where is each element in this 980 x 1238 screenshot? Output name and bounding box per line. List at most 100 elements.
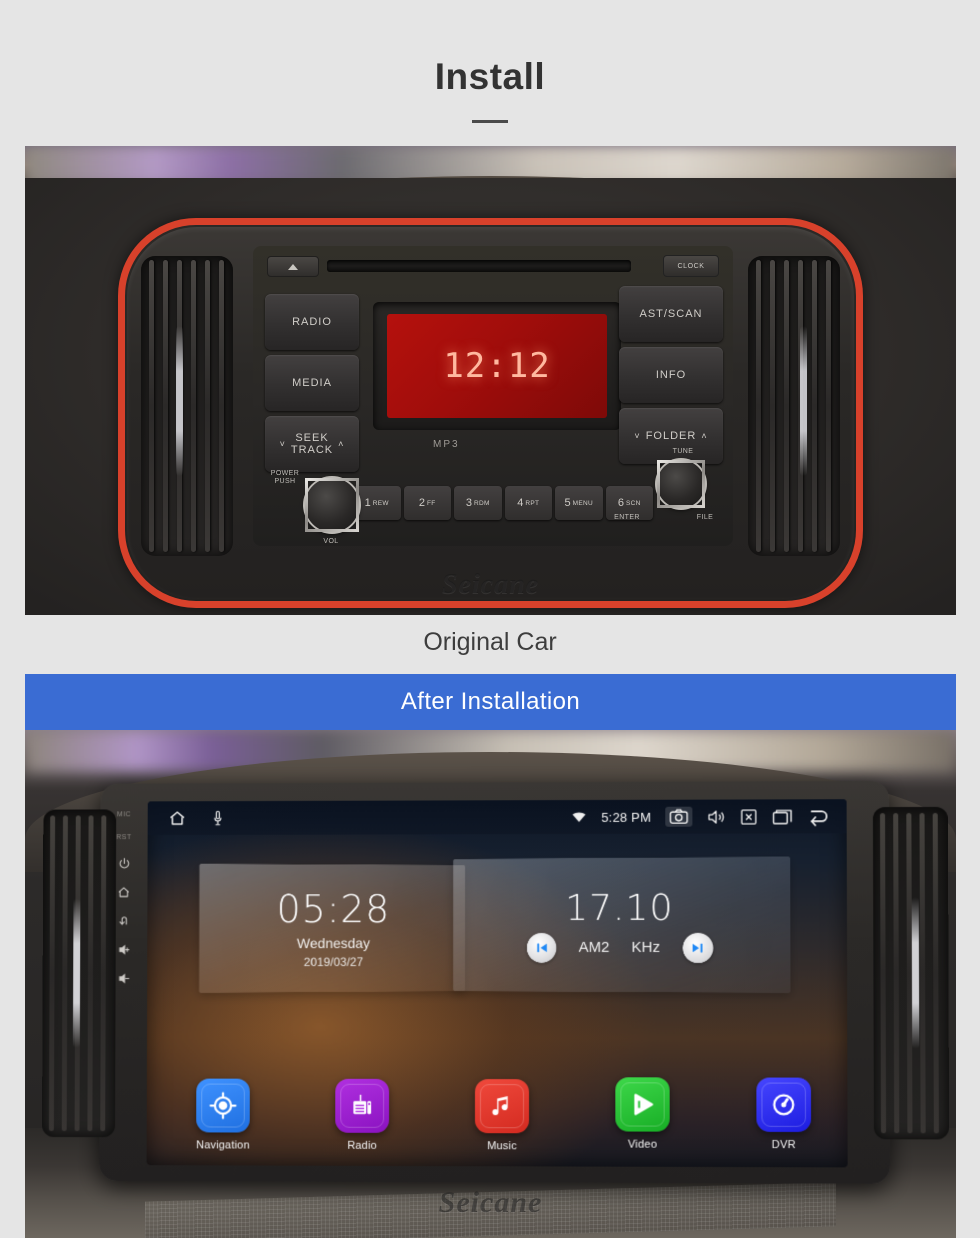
page-title-text: Install: [434, 56, 546, 97]
clock-widget-weekday: Wednesday: [296, 935, 370, 952]
media-source-button[interactable]: MEDIA: [265, 355, 359, 411]
back-icon[interactable]: [807, 807, 832, 826]
radio-left-button-column: RADIO MEDIA ˅ SEEK TRACK ˄: [265, 294, 359, 477]
home-icon[interactable]: [167, 809, 187, 827]
home-widgets: 05:28 Wednesday 2019/03/27 17.10 AM2 KHz: [199, 856, 801, 994]
preset-button-1[interactable]: 1 REW: [353, 486, 401, 520]
info-label: INFO: [655, 369, 687, 381]
preset-number: 1: [364, 497, 371, 509]
radio-widget-band: AM2: [578, 938, 610, 956]
title-divider: [472, 120, 508, 123]
clock-widget-time: 05:28: [276, 887, 391, 932]
back-icon[interactable]: [117, 914, 131, 927]
app-label: Radio: [347, 1139, 377, 1152]
preset-button-5[interactable]: 5 MENU: [555, 486, 603, 520]
preset-button-4[interactable]: 4 RPT: [504, 486, 552, 520]
cd-slot: [327, 260, 631, 272]
preset-number: 2: [418, 497, 426, 509]
preset-function: MENU: [572, 499, 593, 507]
original-car-caption: Original Car: [423, 628, 557, 656]
skip-next-icon[interactable]: [682, 932, 713, 963]
preset-function: REW: [372, 499, 389, 507]
status-bar: 5:28 PM: [147, 799, 847, 836]
app-label: Music: [487, 1140, 517, 1153]
android-touchscreen[interactable]: 5:28 PM 05:28 Wednesday 2019/03/27 17.10…: [146, 799, 848, 1168]
clock-widget[interactable]: 05:28 Wednesday 2019/03/27: [199, 863, 465, 993]
screenshot-icon[interactable]: [665, 806, 693, 827]
bezel-button-column: MIC RST: [107, 803, 140, 1161]
app-dock: Navigation Radio Music Video DVR: [186, 1077, 821, 1154]
radio-clock-readout: 12:12: [443, 346, 551, 386]
seek-down-arrow: ˅: [279, 439, 286, 449]
radio-receiver-icon: [335, 1078, 390, 1133]
app-music[interactable]: Music: [465, 1079, 539, 1152]
app-label: Video: [627, 1138, 658, 1151]
after-installation-banner: After Installation: [25, 674, 956, 730]
radio-lcd-display: 12:12: [373, 302, 621, 430]
cd-slot-row: CLOCK: [267, 254, 719, 280]
gauge-icon: [756, 1077, 812, 1133]
play-button-icon: [615, 1077, 670, 1132]
skip-previous-icon[interactable]: [527, 932, 557, 963]
track-label: TRACK: [290, 444, 334, 456]
volume-icon[interactable]: [706, 808, 725, 825]
preset-function: FF: [427, 499, 436, 507]
radio-source-button[interactable]: RADIO: [265, 294, 359, 350]
seek-track-button[interactable]: ˅ SEEK TRACK ˄: [265, 416, 359, 472]
preset-function: RPT: [525, 499, 540, 507]
volume-up-icon[interactable]: [116, 943, 131, 956]
folder-label: FOLDER: [645, 430, 697, 442]
home-icon[interactable]: [117, 886, 131, 899]
preset-function: SCN: [626, 499, 641, 507]
volume-power-knob[interactable]: [305, 478, 359, 532]
eject-icon: [288, 263, 298, 270]
app-radio[interactable]: Radio: [325, 1078, 399, 1152]
seicane-watermark: Seicane: [438, 1186, 543, 1219]
preset-number: 4: [517, 497, 524, 509]
folder-down-arrow: ˅: [634, 431, 641, 441]
clock-button[interactable]: CLOCK: [663, 255, 719, 277]
after-installation-label: After Installation: [400, 688, 581, 715]
media-button-label: MEDIA: [292, 377, 332, 389]
recents-icon[interactable]: [772, 808, 793, 825]
ast-scan-button[interactable]: AST/SCAN: [619, 286, 723, 342]
wifi-icon: [571, 810, 587, 823]
air-vent-left: [141, 256, 233, 556]
preset-function: RDM: [473, 499, 490, 507]
ast-scan-label: AST/SCAN: [639, 308, 703, 320]
radio-widget[interactable]: 17.10 AM2 KHz: [453, 856, 791, 993]
after-installation-photo: MIC RST 5:28 PM 05:28 Wednesday 2019/03/…: [25, 730, 956, 1238]
app-video[interactable]: Video: [605, 1077, 680, 1153]
power-icon[interactable]: [117, 857, 130, 870]
app-navigation[interactable]: Navigation: [186, 1078, 260, 1152]
file-label: FILE: [696, 514, 714, 521]
factory-radio-head-unit: CLOCK RADIO MEDIA ˅ SEEK TRACK ˄ 12:12 M…: [253, 246, 733, 546]
microphone-icon[interactable]: [213, 809, 223, 827]
volume-down-icon[interactable]: [116, 972, 131, 985]
power-push-label: POWER PUSH: [270, 470, 300, 485]
preset-number: 6: [617, 497, 624, 509]
enter-label: ENTER: [614, 514, 640, 521]
radio-right-button-column: AST/SCAN INFO ˅ FOLDER ˄: [619, 286, 723, 469]
seicane-watermark: Seicane: [441, 569, 540, 600]
android-head-unit: MIC RST 5:28 PM 05:28 Wednesday 2019/03/…: [42, 780, 950, 1184]
preset-button-2[interactable]: 2 FF: [403, 486, 451, 520]
original-car-photo: CLOCK RADIO MEDIA ˅ SEEK TRACK ˄ 12:12 M…: [25, 146, 956, 615]
info-button[interactable]: INFO: [619, 347, 723, 403]
close-icon[interactable]: [740, 808, 758, 825]
app-dvr[interactable]: DVR: [746, 1077, 821, 1153]
mic-label: MIC: [116, 811, 132, 819]
seek-label: SEEK: [295, 431, 329, 444]
page-title: Install: [0, 0, 980, 123]
folder-up-arrow: ˄: [701, 431, 708, 441]
eject-button[interactable]: [267, 256, 319, 277]
tune-enter-knob[interactable]: [657, 460, 705, 508]
preset-button-3[interactable]: 3 RDM: [454, 486, 502, 520]
air-vent-right-2: [872, 806, 950, 1140]
radio-lcd-screen: 12:12: [387, 314, 607, 418]
navigation-target-icon: [196, 1078, 250, 1133]
clock-widget-date: 2019/03/27: [303, 954, 364, 970]
preset-number: 5: [564, 497, 571, 509]
status-bar-time: 5:28 PM: [601, 809, 652, 825]
preset-number: 3: [465, 497, 472, 509]
